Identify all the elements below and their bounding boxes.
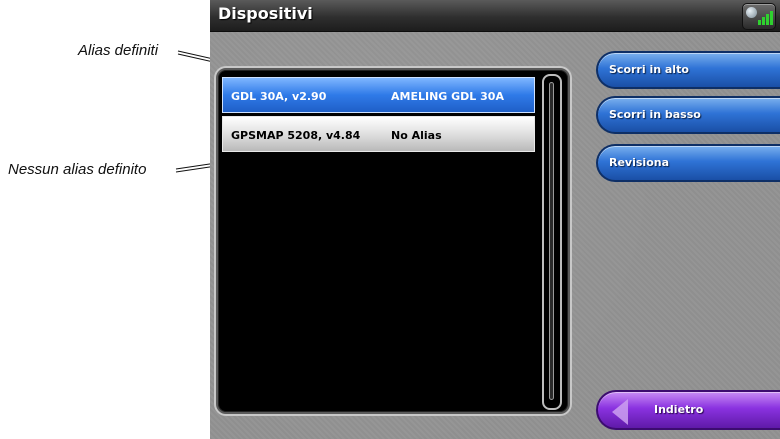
device-row-selected[interactable]: GDL 30A, v2.90 AMELING GDL 30A	[222, 77, 535, 113]
device-row[interactable]: GPSMAP 5208, v4.84 No Alias	[222, 116, 535, 152]
device-name: GDL 30A, v2.90	[231, 90, 327, 103]
scrollbar[interactable]	[542, 74, 562, 410]
page-title: Dispositivi	[218, 4, 313, 23]
device-alias: AMELING GDL 30A	[391, 90, 504, 103]
back-label: Indietro	[654, 403, 704, 416]
scrollbar-thumb[interactable]	[549, 82, 554, 400]
back-arrow-icon	[612, 399, 628, 425]
scroll-up-label: Scorri in alto	[609, 63, 689, 76]
title-bar: Dispositivi	[210, 0, 780, 32]
device-screen: Dispositivi GDL 30A, v2.90 AMELING GDL 3…	[210, 0, 780, 439]
scroll-up-button[interactable]: Scorri in alto	[596, 51, 780, 89]
scroll-down-label: Scorri in basso	[609, 108, 701, 121]
review-label: Revisiona	[609, 156, 670, 169]
review-button[interactable]: Revisiona	[596, 144, 780, 182]
scroll-down-button[interactable]: Scorri in basso	[596, 96, 780, 134]
device-list: GDL 30A, v2.90 AMELING GDL 30A GPSMAP 52…	[216, 68, 570, 414]
device-alias: No Alias	[391, 129, 442, 142]
gps-signal-icon	[742, 3, 776, 30]
device-name: GPSMAP 5208, v4.84	[231, 129, 361, 142]
back-button[interactable]: Indietro	[596, 390, 780, 430]
